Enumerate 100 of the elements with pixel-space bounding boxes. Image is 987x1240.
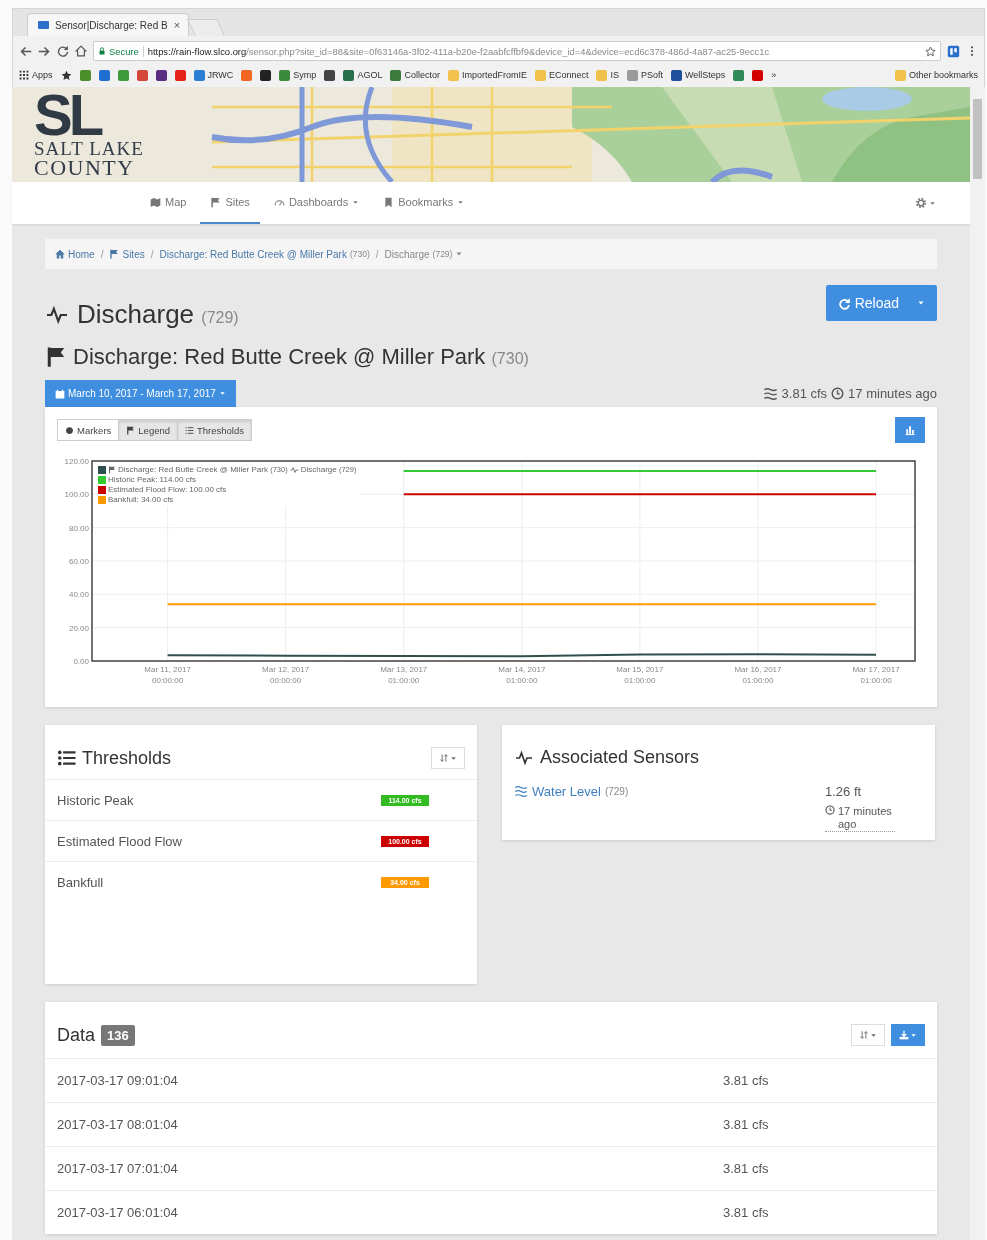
bookmark-link[interactable]: JRWC: [193, 69, 234, 81]
sensor-value: 1.26 ft: [825, 784, 863, 799]
sort-icon: [439, 753, 449, 763]
flag-icon: [109, 249, 120, 259]
axis-label: Mar 12, 2017 00:00:00: [262, 665, 310, 685]
bookmark-icon[interactable]: [324, 69, 336, 81]
latest-age: 17 minutes ago: [848, 386, 937, 401]
site-title: Discharge: Red Butte Creek @ Miller Park (730): [73, 344, 529, 370]
apps-link[interactable]: Apps: [19, 70, 53, 80]
bookmark-link[interactable]: AGOL: [343, 69, 383, 81]
timestamp-cell-text: 2017-03-17 06:01:04: [57, 1205, 179, 1220]
axis-label: Mar 16, 2017 01:00:00: [734, 665, 782, 685]
url-text: https://rain-flow.slco.org/sensor.php?site_id=88&site=0f63146a-3f02-411a-b20e-f2aabfcffbf9&device_id=4&device=ecd6c378-486d-4a87-ac25-9ecc1c: [147, 45, 770, 57]
home-link[interactable]: Home: [55, 248, 95, 260]
flag-icon: [126, 425, 136, 435]
bar-chart-icon: [904, 424, 916, 436]
timestamp-cell-text: 2017-03-17 09:01:04: [57, 1073, 179, 1088]
caret-icon: [917, 299, 925, 307]
settings-icon: [915, 197, 927, 209]
legend-label: Historic Peak: 114.00 cfs: [108, 475, 196, 484]
axis-label: 80.00: [68, 523, 89, 533]
threshold-name: Estimated Flood Flow: [57, 833, 182, 849]
map-icon: [150, 196, 161, 208]
sensor-link[interactable]: Water Level (729): [514, 784, 629, 799]
toggle-button[interactable]: Legend: [118, 419, 178, 441]
axis-label: 20.00: [68, 623, 89, 633]
value-cell-text: 3.81 cfs: [723, 1161, 770, 1176]
card-title: Thresholds: [82, 747, 172, 769]
caret-icon: [929, 199, 936, 207]
site-link[interactable]: Discharge: Red Butte Creek @ Miller Park (730): [159, 248, 370, 260]
bookmark-link[interactable]: PSoft: [627, 69, 663, 81]
grid-icon: [19, 70, 29, 80]
pulse-icon: [514, 749, 534, 766]
bookmark-folder[interactable]: Other bookmarks: [894, 69, 978, 81]
timestamp-cell-text: 2017-03-17 08:01:04: [57, 1117, 179, 1132]
axis-label: Mar 14, 2017 01:00:00: [498, 665, 546, 685]
address-bar[interactable]: Secure https://rain-flow.slco.org/sensor.php?site_id=88&site=0f63146a-3f02-411a-b20e-f2aabfcffbf9&device_id=4&device=ecd6c378-486d-4a87-ac25-9ecc1c: [93, 41, 941, 61]
back-icon: [19, 44, 32, 58]
browser-tab[interactable]: Sensor|Discharge: Red B ×: [27, 13, 189, 36]
bookmark-link[interactable]: Collector: [390, 69, 440, 81]
secure-label: Secure: [109, 45, 139, 57]
threshold-name: Bankfull: [57, 874, 104, 890]
bookmark-link[interactable]: Symp: [279, 69, 317, 81]
timestamp-cell-text: 2017-03-17 07:01:04: [57, 1161, 179, 1176]
bookmark-icon[interactable]: [155, 69, 167, 81]
toggle-button[interactable]: Markers: [57, 419, 120, 441]
axis-label: 0.00: [73, 657, 89, 666]
axis-label: 100.00: [64, 490, 89, 500]
sort-button[interactable]: [851, 1024, 885, 1046]
nav-tab[interactable]: Sites: [200, 182, 260, 224]
sort-button[interactable]: [431, 747, 465, 769]
axis-label: Mar 11, 2017 00:00:00: [144, 665, 191, 685]
list-icon: [185, 425, 194, 435]
sensor-dropdown[interactable]: Discharge (729): [384, 248, 464, 260]
bookmark-link[interactable]: EConnect: [534, 69, 589, 81]
nav-tab[interactable]: Bookmarks: [373, 182, 475, 224]
bookmark-link[interactable]: ImportedFromIE: [447, 69, 527, 81]
home-icon: [75, 45, 87, 57]
sort-icon: [859, 1030, 869, 1040]
home-icon: [55, 249, 65, 259]
download-button[interactable]: [891, 1024, 925, 1046]
legend-label: Estimated Flood Flow: 100.00 cfs: [108, 485, 227, 494]
flag-icon: [45, 345, 67, 369]
sensor-age: 17 minutes ago: [838, 805, 893, 831]
flag-icon: [210, 196, 222, 208]
value-cell-text: 3.81 cfs: [723, 1073, 770, 1088]
axis-label: 40.00: [68, 590, 89, 600]
clock-icon: [825, 805, 835, 815]
bookmark-icon[interactable]: [260, 69, 272, 81]
pulse-icon: [289, 465, 299, 474]
card-title: Data: [57, 1024, 96, 1046]
count-badge: 136: [101, 1024, 135, 1046]
caret-icon: [450, 754, 457, 762]
bookmark-link[interactable]: WellSteps: [671, 69, 726, 81]
caret-icon: [910, 1031, 917, 1039]
level-icon: [514, 785, 528, 798]
sites-link[interactable]: Sites: [109, 248, 145, 260]
axis-label: 60.00: [68, 557, 89, 566]
scrollbar[interactable]: [970, 87, 985, 1240]
page-title: Discharge (729): [77, 299, 239, 330]
card-title: Associated Sensors: [540, 747, 700, 768]
breadcrumb-separator: /: [375, 248, 379, 260]
star-icon: [925, 45, 936, 57]
extension-icon: [947, 44, 960, 58]
breadcrumb-separator: /: [100, 248, 104, 260]
more-bookmarks[interactable]: »: [771, 70, 777, 80]
nav-tab[interactable]: Map: [140, 182, 197, 224]
dot-icon: [65, 425, 74, 435]
value-cell-text: 3.81 cfs: [723, 1117, 770, 1132]
threshold-name: Historic Peak: [57, 792, 134, 808]
breadcrumb-separator: /: [150, 248, 154, 260]
toggle-button[interactable]: Thresholds: [177, 419, 252, 441]
calendar-icon: [55, 388, 65, 399]
bookmark-icon: [383, 196, 395, 208]
chart-type-button[interactable]: [895, 417, 925, 443]
list-icon: [57, 749, 76, 767]
logo-text: SALT LAKE: [34, 140, 144, 158]
flag-icon: [108, 465, 116, 474]
nav-tab[interactable]: Dashboards: [263, 182, 370, 224]
latest-value: 3.81 cfs: [781, 386, 828, 401]
